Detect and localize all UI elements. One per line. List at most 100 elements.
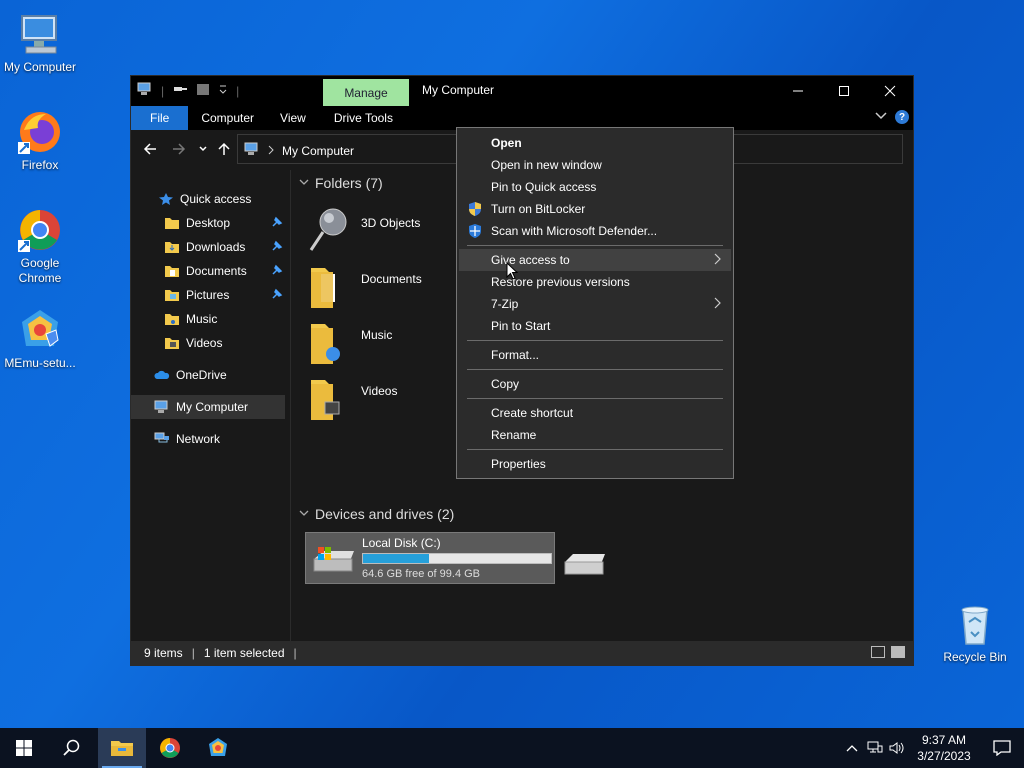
menu-item-7zip[interactable]: 7-Zip bbox=[459, 293, 731, 315]
nav-item-pictures[interactable]: Pictures bbox=[131, 283, 285, 307]
details-view-icon[interactable] bbox=[871, 646, 885, 658]
firefox-icon bbox=[16, 108, 64, 156]
menu-separator bbox=[467, 245, 723, 246]
close-button[interactable] bbox=[867, 76, 913, 106]
nav-item-quick-access[interactable]: Quick access bbox=[131, 187, 285, 211]
tab-drive-tools[interactable]: Drive Tools bbox=[321, 106, 406, 130]
computer-icon bbox=[154, 400, 170, 414]
pin-icon bbox=[271, 240, 283, 255]
tab-view[interactable]: View bbox=[267, 106, 319, 130]
back-arrow-icon[interactable] bbox=[143, 142, 157, 160]
minimize-button[interactable] bbox=[775, 76, 821, 106]
computer-icon bbox=[16, 10, 64, 58]
memu-icon bbox=[209, 738, 227, 756]
clock[interactable]: 9:37 AM 3/27/2023 bbox=[908, 732, 980, 764]
desktop-icon-recycle-bin[interactable]: Recycle Bin bbox=[935, 600, 1015, 665]
nav-item-onedrive[interactable]: OneDrive bbox=[131, 363, 285, 387]
folder-tile[interactable]: Videos bbox=[307, 374, 457, 428]
menu-item-copy[interactable]: Copy bbox=[459, 373, 731, 395]
nav-item-downloads[interactable]: Downloads bbox=[131, 235, 285, 259]
desktop-icon-my-computer[interactable]: My Computer bbox=[0, 10, 80, 75]
search-icon bbox=[63, 739, 80, 756]
nav-item-music[interactable]: Music bbox=[131, 307, 285, 331]
tab-computer[interactable]: Computer bbox=[188, 106, 267, 130]
desktop-icon-memu-setup[interactable]: MEmu-setu... bbox=[0, 306, 80, 371]
music-folder-icon bbox=[164, 312, 180, 326]
qat-dropdown-icon[interactable] bbox=[218, 82, 228, 99]
menu-item-format[interactable]: Format... bbox=[459, 344, 731, 366]
menu-item-rename[interactable]: Rename bbox=[459, 424, 731, 446]
breadcrumb[interactable]: My Computer bbox=[282, 144, 354, 158]
clock-date: 3/27/2023 bbox=[917, 749, 971, 763]
folders-group-header[interactable]: Folders (7) bbox=[299, 175, 383, 191]
network-icon bbox=[154, 432, 170, 446]
menu-item-pin-to-start[interactable]: Pin to Start bbox=[459, 315, 731, 337]
status-bar: 9 items | 1 item selected | bbox=[131, 641, 913, 665]
search-button[interactable] bbox=[48, 728, 96, 768]
pictures-folder-icon bbox=[164, 288, 180, 302]
large-icons-view-icon[interactable] bbox=[891, 646, 905, 658]
downloads-folder-icon bbox=[164, 240, 180, 254]
volume-icon[interactable] bbox=[886, 741, 908, 755]
taskbar-file-explorer[interactable] bbox=[98, 728, 146, 768]
taskbar-chrome[interactable] bbox=[146, 728, 194, 768]
pin-icon bbox=[271, 216, 283, 231]
defender-shield-icon bbox=[467, 223, 483, 239]
expand-ribbon-icon[interactable] bbox=[875, 110, 887, 124]
desktop-icon-firefox[interactable]: Firefox bbox=[0, 108, 80, 173]
action-center-button[interactable] bbox=[980, 728, 1024, 768]
quick-access-toolbar: | | bbox=[137, 82, 239, 99]
maximize-button[interactable] bbox=[821, 76, 867, 106]
new-folder-icon[interactable] bbox=[196, 82, 210, 99]
show-hidden-icons-chevron-icon[interactable] bbox=[840, 744, 864, 752]
windows-logo-icon bbox=[16, 740, 32, 756]
menu-separator bbox=[467, 398, 723, 399]
folder-icon bbox=[164, 216, 180, 230]
desktop-icon-google-chrome[interactable]: Google Chrome bbox=[0, 206, 80, 286]
window-title: My Computer bbox=[422, 83, 495, 97]
nav-item-documents[interactable]: Documents bbox=[131, 259, 285, 283]
tab-file[interactable]: File bbox=[131, 106, 189, 130]
start-button[interactable] bbox=[0, 728, 48, 768]
folder-tile[interactable]: 3D Objects bbox=[307, 206, 457, 260]
taskbar-memu[interactable] bbox=[194, 728, 242, 768]
menu-item-open[interactable]: Open bbox=[459, 132, 731, 154]
folder-tile[interactable]: Music bbox=[307, 318, 457, 372]
computer-small-icon bbox=[137, 82, 153, 99]
menu-item-scan-defender[interactable]: Scan with Microsoft Defender... bbox=[459, 220, 731, 242]
title-bar[interactable]: | | Manage My Computer bbox=[131, 76, 913, 106]
mouse-cursor-icon bbox=[506, 261, 519, 283]
drive-usage-fill bbox=[363, 554, 429, 563]
help-icon[interactable]: ? bbox=[895, 110, 909, 124]
up-arrow-icon[interactable] bbox=[217, 142, 231, 160]
menu-item-give-access-to[interactable]: Give access to bbox=[459, 249, 731, 271]
properties-icon[interactable] bbox=[172, 82, 188, 99]
nav-item-network[interactable]: Network bbox=[131, 427, 285, 451]
context-menu: Open Open in new window Pin to Quick acc… bbox=[456, 127, 734, 479]
menu-item-pin-quick-access[interactable]: Pin to Quick access bbox=[459, 176, 731, 198]
drive-tile-local-disk[interactable]: Local Disk (C:) 64.6 GB free of 99.4 GB bbox=[305, 532, 555, 584]
network-status-icon[interactable] bbox=[864, 741, 886, 755]
chrome-icon bbox=[16, 206, 64, 254]
shield-icon bbox=[467, 201, 483, 217]
nav-item-videos[interactable]: Videos bbox=[131, 331, 285, 355]
menu-item-restore-previous-versions[interactable]: Restore previous versions bbox=[459, 271, 731, 293]
menu-item-turn-on-bitlocker[interactable]: Turn on BitLocker bbox=[459, 198, 731, 220]
music-folder-icon bbox=[307, 318, 351, 366]
folder-tile[interactable]: Documents bbox=[307, 262, 457, 316]
menu-item-properties[interactable]: Properties bbox=[459, 453, 731, 475]
menu-item-create-shortcut[interactable]: Create shortcut bbox=[459, 402, 731, 424]
nav-item-my-computer[interactable]: My Computer bbox=[131, 395, 285, 419]
nav-item-desktop[interactable]: Desktop bbox=[131, 211, 285, 235]
memu-icon bbox=[16, 306, 64, 354]
menu-item-open-new-window[interactable]: Open in new window bbox=[459, 154, 731, 176]
forward-arrow-icon[interactable] bbox=[172, 142, 186, 160]
second-drive-icon[interactable] bbox=[561, 546, 611, 583]
taskbar: 9:37 AM 3/27/2023 bbox=[0, 728, 1024, 768]
manage-tab[interactable]: Manage bbox=[323, 79, 409, 106]
devices-group-header[interactable]: Devices and drives (2) bbox=[299, 506, 454, 522]
hard-drive-icon bbox=[310, 541, 358, 580]
breadcrumb-chevron-icon[interactable] bbox=[268, 144, 274, 158]
recent-locations-chevron-icon[interactable] bbox=[198, 142, 208, 160]
3d-objects-icon bbox=[307, 206, 351, 254]
